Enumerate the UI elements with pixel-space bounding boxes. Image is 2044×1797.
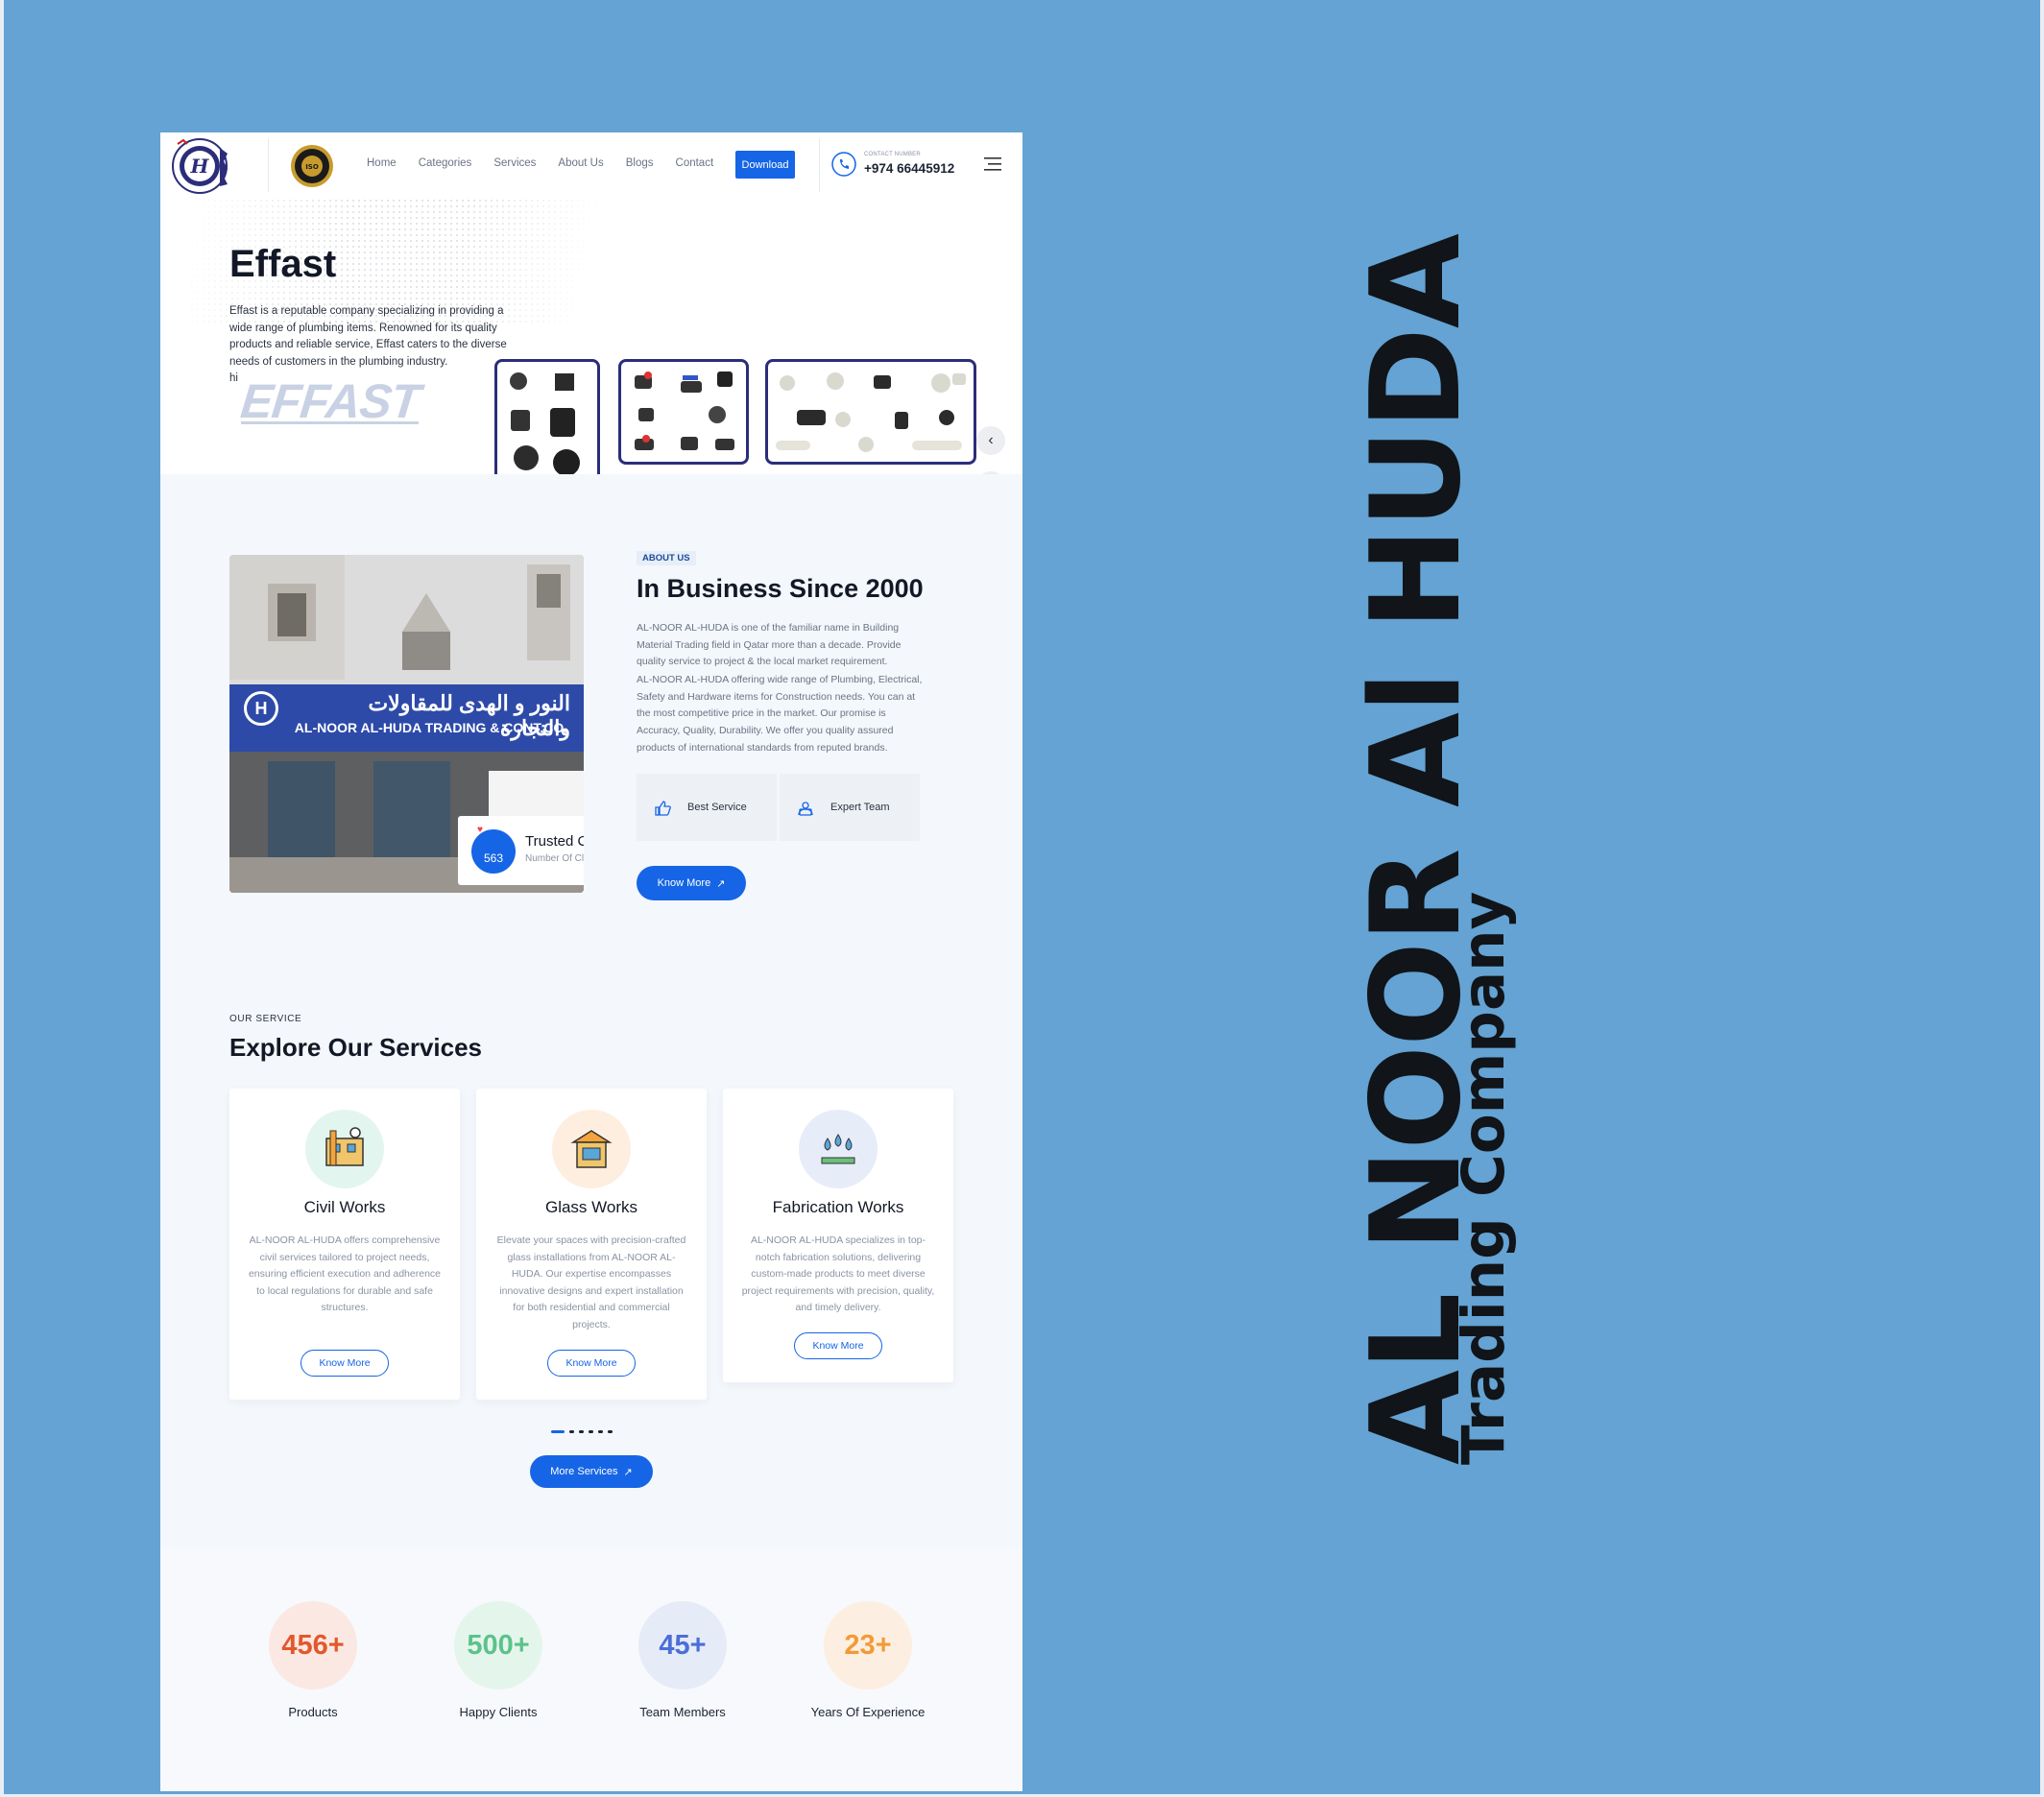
nav-contact[interactable]: Contact bbox=[676, 157, 714, 169]
iso-certified-badge-icon: ISO bbox=[291, 145, 333, 187]
service-description: Elevate your spaces with precision-craft… bbox=[496, 1234, 686, 1330]
stat-label: Team Members bbox=[639, 1705, 726, 1719]
trusted-clients-card: 563 ♥ Trusted Clients Number Of Clients bbox=[458, 816, 584, 885]
hero-title: Effast bbox=[229, 243, 337, 285]
trusted-clients-subtitle: Number Of Clients bbox=[525, 853, 584, 864]
service-card-glass-works[interactable]: Glass Works Elevate your spaces with pre… bbox=[476, 1089, 707, 1400]
product-tile-fittings-1[interactable] bbox=[494, 359, 600, 474]
nav-services[interactable]: Services bbox=[493, 157, 536, 169]
button-label: Know More bbox=[657, 877, 711, 889]
nav-divider bbox=[819, 138, 820, 192]
chevron-left-icon: ‹ bbox=[988, 432, 994, 448]
stat-value: 23+ bbox=[844, 1629, 892, 1661]
storefront-sign-logo-icon: H bbox=[244, 691, 278, 726]
phone-icon bbox=[831, 152, 856, 177]
trusted-clients-count: 563 bbox=[471, 829, 516, 874]
nav-home[interactable]: Home bbox=[367, 157, 397, 169]
website-mockup: H ISO Home Categories Services About Us … bbox=[160, 132, 1022, 1791]
download-button[interactable]: Download bbox=[735, 151, 795, 179]
nav-links: Home Categories Services About Us Blogs … bbox=[367, 157, 735, 169]
stat-team-members-circle: 45+ bbox=[638, 1601, 727, 1689]
arrow-up-right-icon: ↗ bbox=[623, 1466, 633, 1478]
feature-label: Expert Team bbox=[830, 802, 890, 813]
stat-value: 500+ bbox=[467, 1629, 530, 1661]
storefront-sign-english: AL-NOOR AL-HUDA TRADING & CONT.CO. bbox=[294, 720, 568, 735]
product-tile-fittings-2[interactable] bbox=[765, 359, 976, 465]
stat-label: Happy Clients bbox=[459, 1705, 538, 1719]
services-title: Explore Our Services bbox=[229, 1033, 483, 1062]
carousel-dot[interactable] bbox=[579, 1430, 584, 1433]
stat-value: 45+ bbox=[659, 1629, 707, 1661]
effast-logo-underline bbox=[241, 421, 419, 424]
nav-categories[interactable]: Categories bbox=[419, 157, 472, 169]
service-icon-bg bbox=[552, 1110, 631, 1188]
civil-works-know-more-button[interactable]: Know More bbox=[301, 1350, 389, 1377]
more-services-button[interactable]: More Services ↗ bbox=[530, 1455, 653, 1488]
storefront-photo: النور و الهدى للمقاولات والتجارة AL-NOOR… bbox=[229, 555, 584, 893]
carousel-next-button[interactable]: › bbox=[976, 471, 1005, 474]
thumbs-up-icon bbox=[655, 801, 671, 816]
carousel-dot-active[interactable] bbox=[551, 1430, 565, 1433]
brand-subtitle-vertical: Trading Company bbox=[1450, 891, 1518, 1465]
arrow-up-right-icon: ↗ bbox=[716, 877, 726, 890]
service-description: AL-NOOR AL-HUDA specializes in top-notch… bbox=[741, 1234, 935, 1313]
stat-years-experience-circle: 23+ bbox=[824, 1601, 912, 1689]
feature-best-service: Best Service bbox=[637, 774, 777, 841]
hero-description-text: Effast is a reputable company specializi… bbox=[229, 305, 507, 368]
service-icon-bg bbox=[305, 1110, 384, 1188]
about-title: In Business Since 2000 bbox=[637, 574, 924, 603]
feature-expert-team: Expert Team bbox=[780, 774, 920, 841]
fabrication-works-know-more-button[interactable]: Know More bbox=[794, 1332, 882, 1359]
service-description: AL-NOOR AL-HUDA offers comprehensive civ… bbox=[248, 1234, 442, 1313]
ball-valves-image bbox=[635, 371, 734, 450]
hamburger-menu-icon[interactable] bbox=[984, 157, 1001, 171]
service-card-fabrication-works[interactable]: Fabrication Works AL-NOOR AL-HUDA specia… bbox=[723, 1089, 953, 1382]
heart-icon: ♥ bbox=[477, 825, 483, 835]
carousel-dot[interactable] bbox=[598, 1430, 603, 1433]
fabrication-works-icon bbox=[821, 1134, 855, 1164]
trusted-count-text: 563 bbox=[483, 851, 504, 865]
stat-products-circle: 456+ bbox=[269, 1601, 357, 1689]
service-icon-bg bbox=[799, 1110, 878, 1188]
service-name: Civil Works bbox=[303, 1198, 386, 1216]
contact-caption: CONTACT NUMBER bbox=[864, 152, 921, 157]
product-tile-valves-2[interactable] bbox=[618, 359, 749, 465]
services-eyebrow: OUR SERVICE bbox=[229, 1014, 302, 1024]
service-card-civil-works[interactable]: Civil Works AL-NOOR AL-HUDA offers compr… bbox=[229, 1089, 460, 1400]
carousel-dot[interactable] bbox=[589, 1430, 593, 1433]
services-carousel-dots bbox=[551, 1430, 613, 1433]
nav-divider bbox=[268, 138, 269, 192]
hero-section: Effast Effast is a reputable company spe… bbox=[160, 198, 1022, 474]
pipe-fittings-image bbox=[510, 372, 580, 474]
about-know-more-button[interactable]: Know More ↗ bbox=[637, 866, 746, 900]
about-eyebrow: ABOUT US bbox=[637, 551, 696, 565]
carousel-dot[interactable] bbox=[569, 1430, 574, 1433]
contact-number[interactable]: +974 66445912 bbox=[864, 161, 954, 176]
trusted-clients-title: Trusted Clients bbox=[525, 833, 584, 850]
service-name: Fabrication Works bbox=[772, 1198, 904, 1216]
about-paragraph-1: AL-NOOR AL-HUDA is one of the familiar n… bbox=[637, 622, 902, 668]
nav-about-us[interactable]: About Us bbox=[558, 157, 603, 169]
glass-works-icon bbox=[570, 1130, 613, 1168]
about-paragraph-2: AL-NOOR AL-HUDA offering wide range of P… bbox=[637, 674, 923, 754]
feature-label: Best Service bbox=[687, 802, 747, 813]
button-label: More Services bbox=[550, 1466, 618, 1477]
navbar: H ISO Home Categories Services About Us … bbox=[160, 132, 1022, 198]
carousel-prev-button[interactable]: ‹ bbox=[976, 426, 1005, 455]
hero-description-tail: hi bbox=[229, 372, 238, 384]
carousel-dot[interactable] bbox=[608, 1430, 613, 1433]
stat-value: 456+ bbox=[281, 1629, 345, 1661]
svg-text:ISO: ISO bbox=[305, 163, 319, 171]
team-icon bbox=[798, 802, 813, 816]
pvc-fittings-image bbox=[776, 372, 966, 452]
stat-label: Products bbox=[288, 1705, 338, 1719]
stat-label: Years Of Experience bbox=[810, 1705, 926, 1719]
stat-happy-clients-circle: 500+ bbox=[454, 1601, 542, 1689]
nav-blogs[interactable]: Blogs bbox=[626, 157, 654, 169]
civil-works-icon bbox=[325, 1127, 364, 1166]
glass-works-know-more-button[interactable]: Know More bbox=[547, 1350, 636, 1377]
svg-text:H: H bbox=[190, 155, 210, 178]
service-name: Glass Works bbox=[544, 1198, 638, 1216]
company-logo[interactable]: H bbox=[170, 136, 229, 196]
